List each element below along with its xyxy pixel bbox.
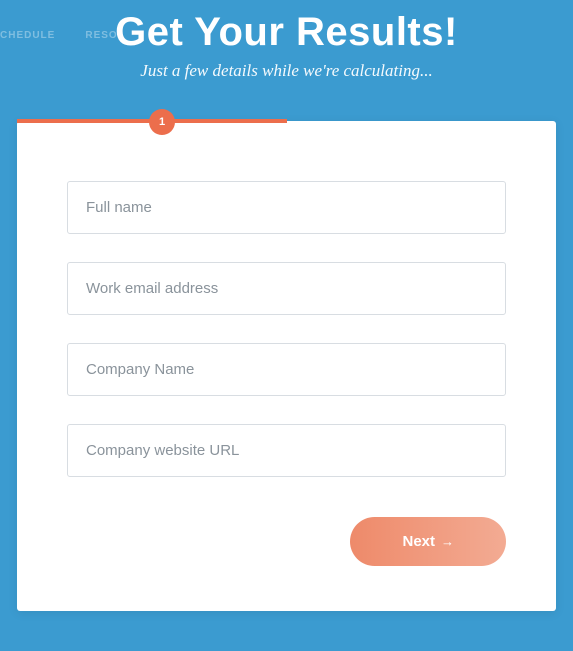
company-input[interactable] (67, 343, 506, 396)
email-input[interactable] (67, 262, 506, 315)
website-input[interactable] (67, 424, 506, 477)
form-group-fullname (67, 181, 506, 234)
background-nav: CHEDULE RESO (0, 30, 118, 41)
bg-nav-item: CHEDULE (0, 30, 55, 41)
fullname-input[interactable] (67, 181, 506, 234)
form-card: 1 Next → (17, 121, 556, 611)
bg-nav-item: RESO (85, 30, 117, 41)
form-group-website (67, 424, 506, 477)
next-button[interactable]: Next → (350, 517, 506, 566)
form-group-company (67, 343, 506, 396)
step-badge: 1 (149, 109, 175, 135)
button-row: Next → (67, 517, 506, 566)
form-group-email (67, 262, 506, 315)
arrow-right-icon: → (441, 534, 454, 549)
next-button-label: Next (402, 533, 435, 550)
progress-bar (17, 119, 556, 123)
page-subtitle: Just a few details while we're calculati… (0, 61, 573, 81)
